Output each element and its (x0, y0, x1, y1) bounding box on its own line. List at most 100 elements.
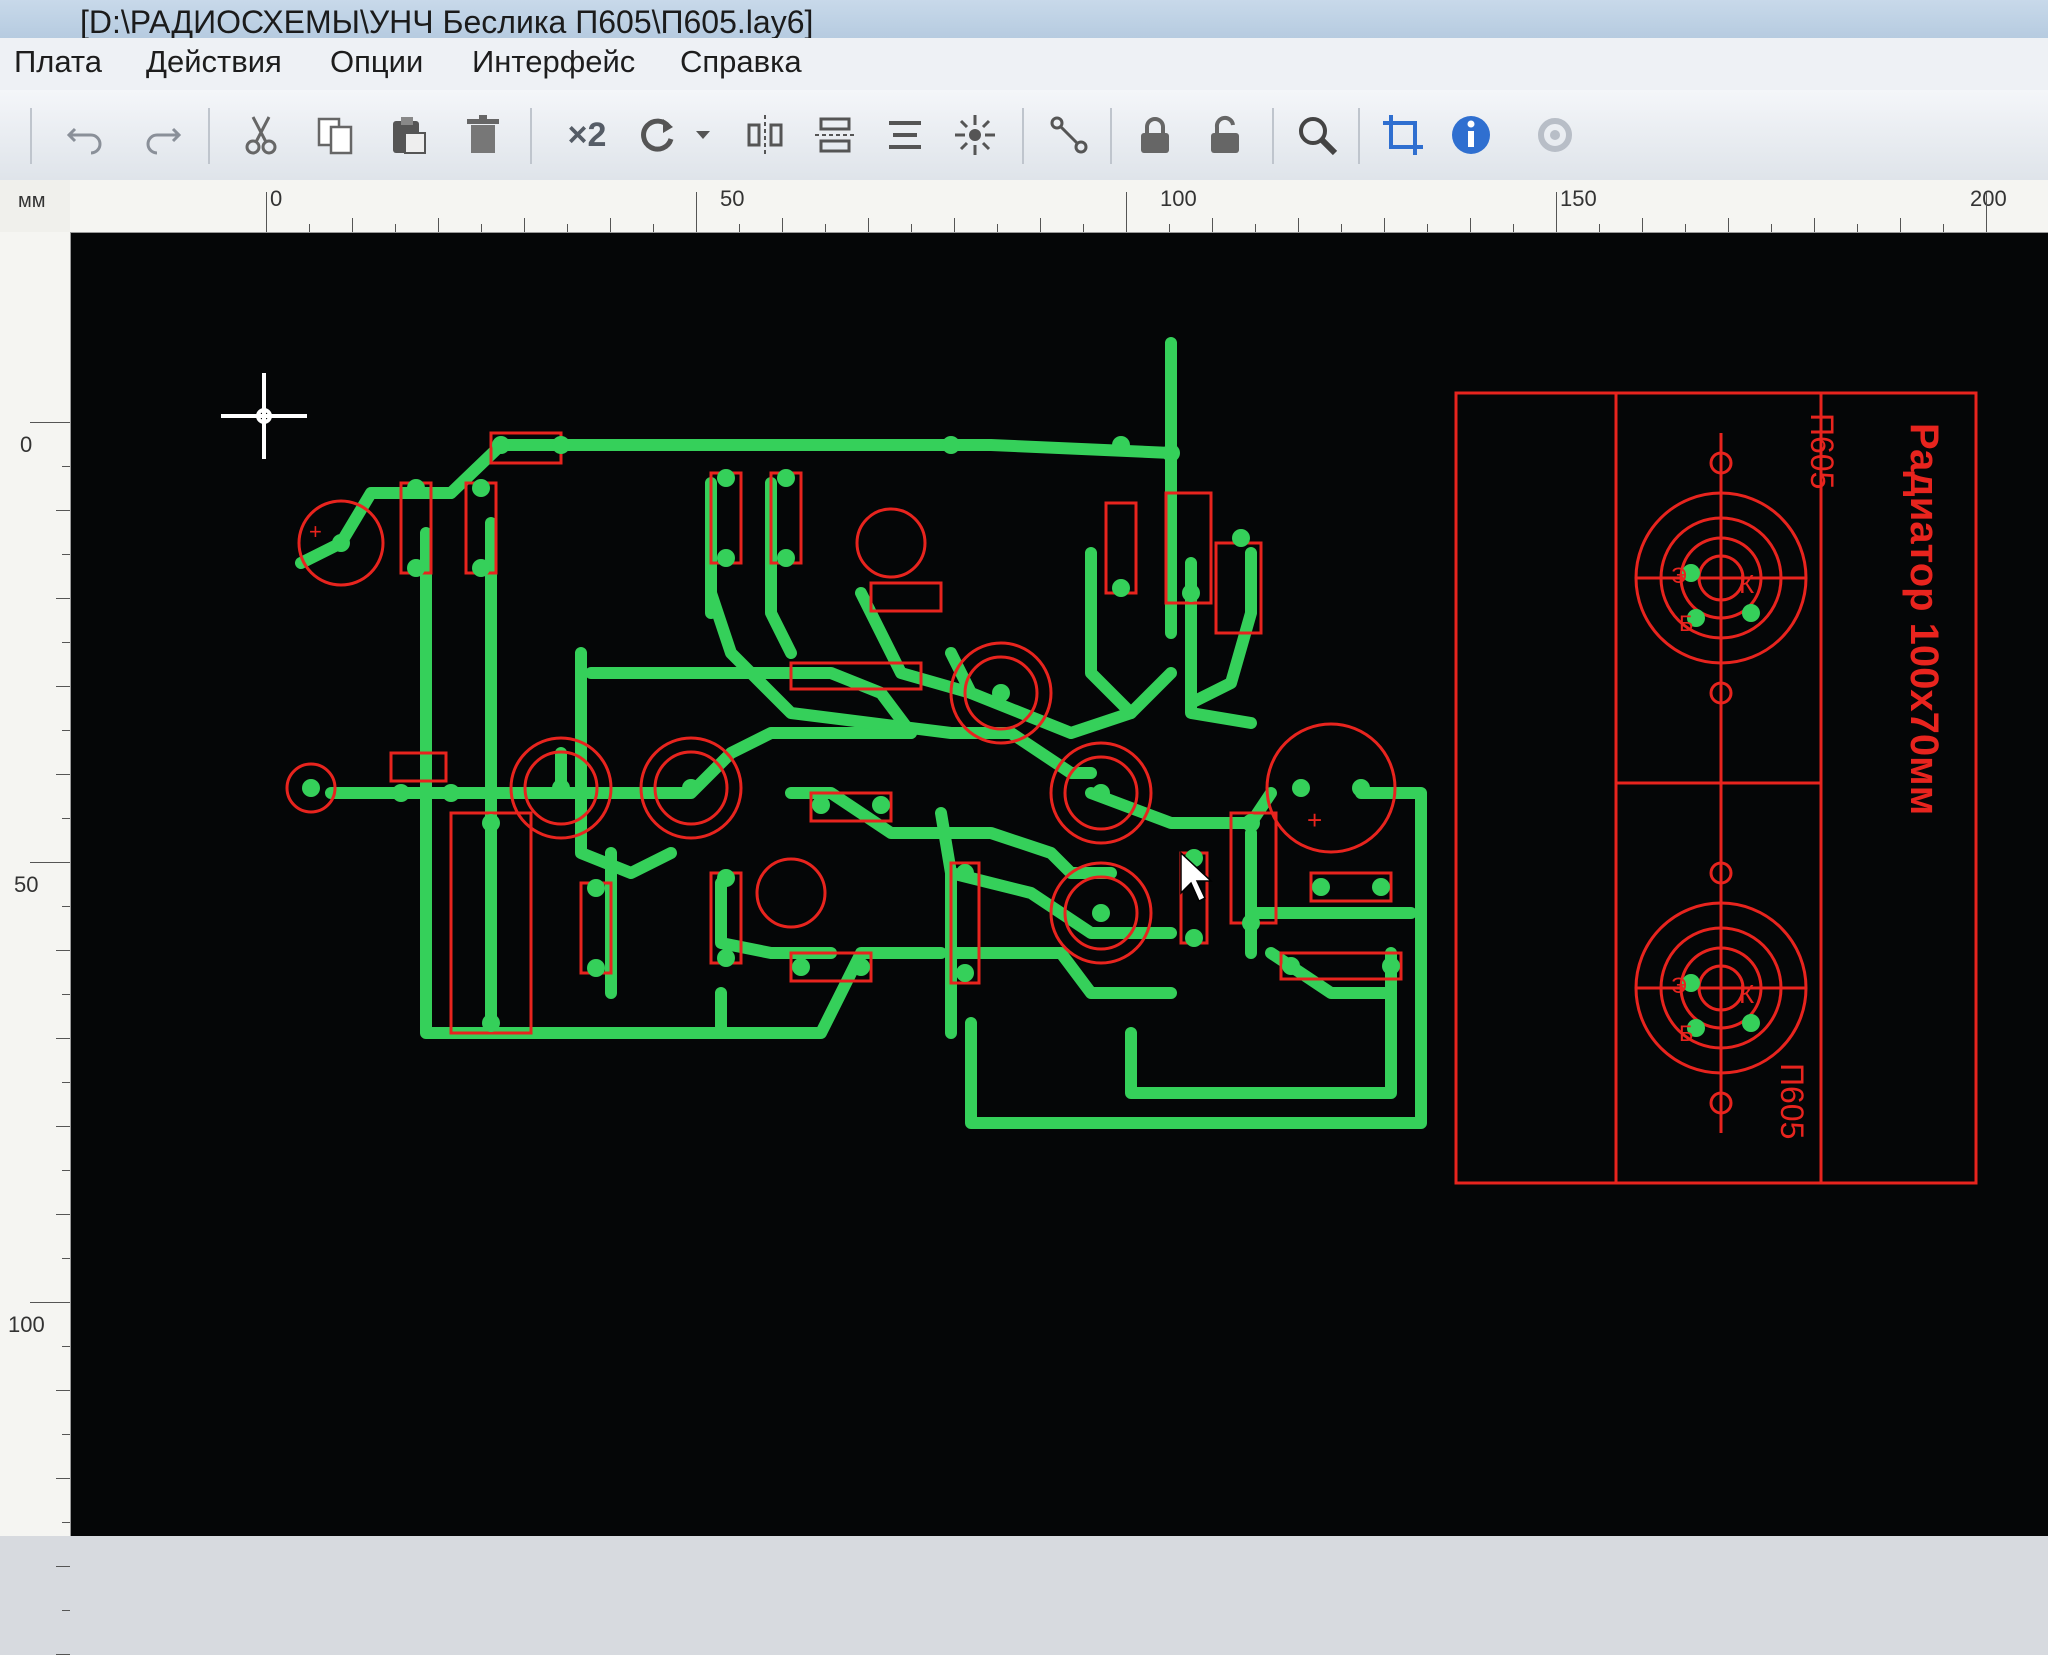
toolbar-separator (530, 108, 532, 164)
ruler-tick (1642, 218, 1643, 232)
ruler-tick (62, 1082, 70, 1083)
ruler-tick (56, 1126, 70, 1127)
ruler-tick (997, 224, 998, 232)
ruler-tick (1728, 218, 1729, 232)
transistor-label-top[interactable]: П605 (1804, 413, 1840, 489)
collector-mark-top: К (1739, 569, 1754, 599)
settings-icon[interactable] (1530, 110, 1580, 160)
ruler-tick (825, 224, 826, 232)
connections-icon[interactable] (1044, 110, 1094, 160)
polarity-mark: + (1307, 805, 1322, 835)
ruler-tick (62, 1258, 70, 1259)
info-icon[interactable] (1446, 110, 1496, 160)
redo-icon[interactable] (138, 110, 188, 160)
ruler-tick (1986, 192, 1987, 232)
ruler-tick (481, 224, 482, 232)
align-icon[interactable] (880, 110, 930, 160)
menu-help[interactable]: Справка (680, 44, 802, 80)
ruler-tick (524, 218, 525, 232)
ruler-tick (567, 224, 568, 232)
paste-icon[interactable] (384, 110, 434, 160)
crop-icon[interactable] (1378, 110, 1428, 160)
delete-icon[interactable] (458, 110, 508, 160)
ruler-tick (911, 224, 912, 232)
lock-icon[interactable] (1130, 110, 1180, 160)
ruler-left-label-50: 50 (14, 872, 39, 897)
ruler-top-label-200: 200 (1970, 186, 2007, 211)
ruler-tick (1685, 224, 1686, 232)
ruler-tick (56, 686, 70, 687)
emitter-mark-bottom: Э (1671, 973, 1687, 998)
ruler-tick (1169, 224, 1170, 232)
transistor-label-bottom[interactable]: П605 (1774, 1063, 1810, 1139)
polarity-mark-c1: + (309, 519, 322, 544)
toolbar-separator (1022, 108, 1024, 164)
ruler-tick (62, 642, 70, 643)
search-icon[interactable] (1292, 110, 1342, 160)
collector-mark-bottom: К (1739, 979, 1754, 1009)
ruler-tick (1556, 192, 1557, 232)
ruler-tick (1599, 224, 1600, 232)
ruler-tick (56, 950, 70, 951)
ruler-tick (1470, 218, 1471, 232)
ruler-tick (1384, 218, 1385, 232)
ruler-tick (1040, 218, 1041, 232)
ruler-tick (438, 218, 439, 232)
title-bar: [D:\РАДИОСХЕМЫ\УНЧ Беслика П605\П605.lay… (0, 0, 2048, 40)
undo-icon[interactable] (60, 110, 110, 160)
ruler-tick (62, 1346, 70, 1347)
group-icon[interactable] (950, 110, 1000, 160)
pcb-canvas[interactable]: Радиатор 100х70мм П605 П605 К К Э Б Э Б … (71, 233, 2048, 1536)
ruler-tick (62, 906, 70, 907)
pads[interactable] (302, 436, 1760, 1037)
origin-crosshair[interactable] (221, 373, 307, 459)
ruler-tick (62, 466, 70, 467)
ruler-tick (1771, 224, 1772, 232)
copper-tracks[interactable] (295, 337, 1427, 1129)
ruler-tick (62, 554, 70, 555)
ruler-tick (1083, 224, 1084, 232)
menu-plata[interactable]: Плата (14, 44, 102, 80)
ruler-tick (62, 1434, 70, 1435)
ruler-tick (62, 994, 70, 995)
cut-icon[interactable] (236, 110, 286, 160)
menu-interface[interactable]: Интерфейс (472, 44, 635, 80)
ruler-tick (1126, 192, 1127, 232)
unlock-icon[interactable] (1200, 110, 1250, 160)
ruler-left[interactable]: 0 50 100 (0, 232, 71, 1655)
ruler-tick (56, 1038, 70, 1039)
ruler-tick (954, 218, 955, 232)
ruler-left-label-0: 0 (20, 432, 33, 457)
ruler-top[interactable]: 0 50 100 150 200 (70, 180, 2048, 233)
mirror-h-icon[interactable] (740, 110, 790, 160)
menu-options[interactable]: Опции (330, 44, 423, 80)
copy-icon[interactable] (310, 110, 360, 160)
ruler-tick (62, 818, 70, 819)
mirror-v-icon[interactable] (810, 110, 860, 160)
toolbar-separator (1110, 108, 1112, 164)
toolbar-separator (1358, 108, 1360, 164)
rotate-icon[interactable] (632, 110, 682, 160)
window-title: [D:\РАДИОСХЕМЫ\УНЧ Беслика П605\П605.lay… (80, 4, 814, 40)
ruler-tick (868, 218, 869, 232)
ruler-top-label-100: 100 (1160, 186, 1197, 211)
toolbar-separator (30, 108, 32, 164)
ruler-unit-label: мм (18, 190, 46, 212)
menu-bar: Плата Действия Опции Интерфейс Справка (0, 38, 2048, 91)
ruler-top-label-150: 150 (1560, 186, 1597, 211)
ruler-top-label-50: 50 (720, 186, 745, 211)
menu-actions[interactable]: Действия (146, 44, 282, 80)
ruler-tick (696, 192, 697, 232)
ruler-tick (56, 598, 70, 599)
ruler-tick (62, 1170, 70, 1171)
ruler-tick (56, 510, 70, 511)
ruler-tick (395, 224, 396, 232)
pcb-board[interactable]: Радиатор 100х70мм П605 П605 К К Э Б Э Б … (71, 233, 2048, 1536)
radiator-label[interactable]: Радиатор 100х70мм (1902, 423, 1946, 815)
emitter-mark-top: Э (1671, 563, 1687, 588)
zoom-x2-icon[interactable]: ×2 (552, 110, 622, 160)
rotate-dropdown-icon[interactable] (690, 110, 716, 160)
ruler-tick (62, 1522, 70, 1523)
ruler-tick (62, 730, 70, 731)
ruler-tick (56, 1566, 70, 1567)
